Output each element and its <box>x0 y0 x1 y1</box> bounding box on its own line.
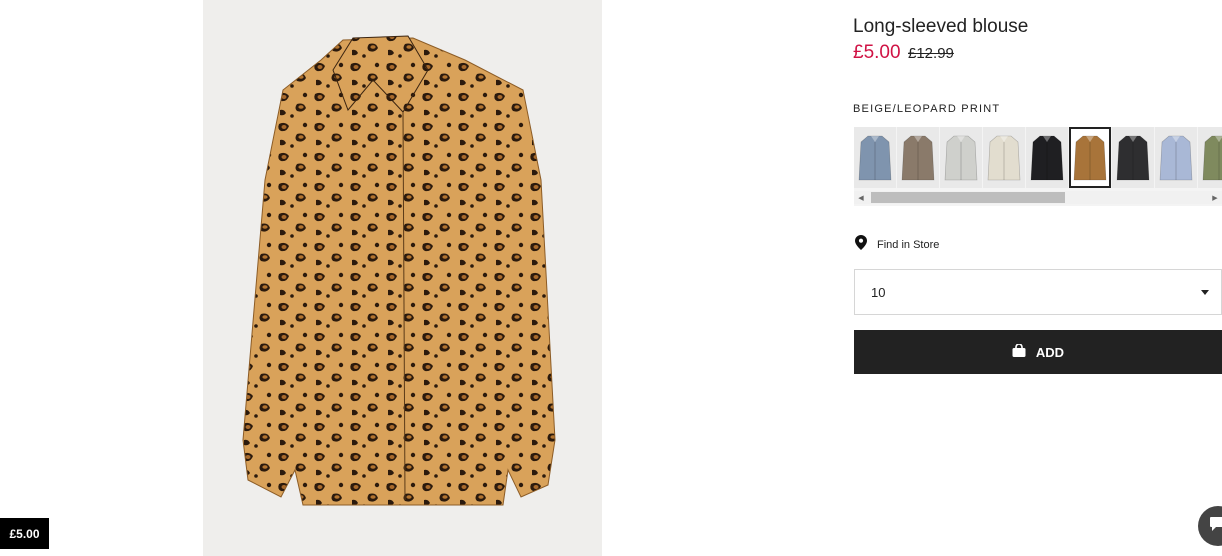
product-title: Long-sleeved blouse <box>853 16 1029 37</box>
location-pin-icon <box>855 235 867 255</box>
add-to-bag-button[interactable]: ADD <box>854 330 1222 374</box>
size-select[interactable]: 10 <box>854 269 1222 315</box>
selected-color-name: BEIGE/LEOPARD PRINT <box>853 103 1001 115</box>
product-details: Long-sleeved blouse £5.00 £12.99 BEIGE/L… <box>853 0 1222 556</box>
color-swatch-black[interactable] <box>1026 127 1068 188</box>
chat-icon <box>1209 516 1222 537</box>
find-in-store-link[interactable]: Find in Store <box>855 235 939 255</box>
swatch-thumbnail-icon <box>1159 135 1193 180</box>
price-group: £5.00 £12.99 <box>853 42 954 64</box>
color-swatch-snake-print[interactable] <box>897 127 939 188</box>
chevron-down-icon <box>1201 290 1209 295</box>
swatch-thumbnail-icon <box>901 135 935 180</box>
shopping-bag-icon <box>1012 343 1026 360</box>
swatch-thumbnail-icon <box>1202 135 1222 180</box>
color-swatch-black-stripe[interactable] <box>1112 127 1154 188</box>
swatch-thumbnail-icon <box>1030 135 1064 180</box>
find-in-store-label: Find in Store <box>877 239 940 251</box>
swatch-thumbnail-icon <box>1073 135 1107 180</box>
color-swatch-light-blue[interactable] <box>1155 127 1197 188</box>
size-value: 10 <box>871 285 886 300</box>
swatch-list <box>854 127 1222 189</box>
price-badge[interactable]: £5.00 <box>0 518 49 549</box>
color-swatch-khaki[interactable] <box>1198 127 1222 188</box>
product-image <box>203 0 602 556</box>
leopard-print-blouse-image <box>242 35 556 506</box>
color-swatch-blue-stripe[interactable] <box>854 127 896 188</box>
swatch-thumbnail-icon <box>858 135 892 180</box>
scroll-left-arrow-icon[interactable]: ◀ <box>854 191 868 204</box>
color-swatch-leopard[interactable] <box>1069 127 1111 188</box>
add-to-bag-label: ADD <box>1035 344 1065 360</box>
swatch-thumbnail-icon <box>1116 135 1150 180</box>
color-swatch-grey-print[interactable] <box>940 127 982 188</box>
swatch-scrollbar[interactable]: ◀ ▶ <box>854 191 1222 204</box>
sale-price: £5.00 <box>853 42 901 63</box>
scroll-right-arrow-icon[interactable]: ▶ <box>1208 191 1222 204</box>
color-swatch-carousel: ◀ ▶ <box>854 127 1222 206</box>
original-price: £12.99 <box>908 45 954 62</box>
swatch-thumbnail-icon <box>944 135 978 180</box>
color-swatch-cream-floral[interactable] <box>983 127 1025 188</box>
scroll-thumb[interactable] <box>871 192 1065 203</box>
swatch-thumbnail-icon <box>987 135 1021 180</box>
